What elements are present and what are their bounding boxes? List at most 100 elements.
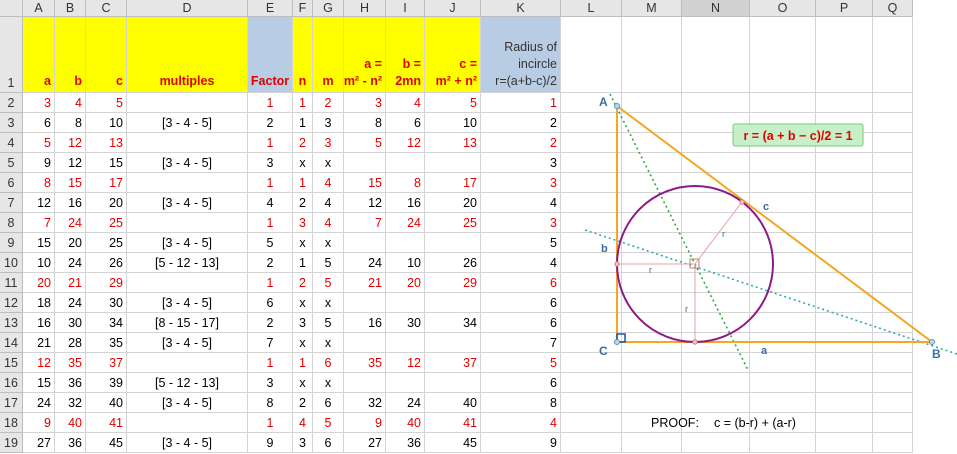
- empty-cell[interactable]: [873, 413, 913, 433]
- header-c[interactable]: c: [86, 17, 127, 93]
- row-header-4[interactable]: 4: [0, 133, 23, 153]
- table-cell[interactable]: 24: [344, 253, 386, 273]
- table-cell[interactable]: 6: [481, 273, 561, 293]
- row-header-6[interactable]: 6: [0, 173, 23, 193]
- point-a[interactable]: [614, 103, 620, 109]
- table-cell[interactable]: [386, 293, 425, 313]
- table-cell[interactable]: 13: [425, 133, 481, 153]
- table-cell[interactable]: [127, 413, 248, 433]
- header-empty-cell[interactable]: [561, 17, 622, 93]
- table-cell[interactable]: x: [293, 293, 313, 313]
- table-cell[interactable]: 12: [386, 353, 425, 373]
- table-cell[interactable]: [5 - 12 - 13]: [127, 373, 248, 393]
- table-cell[interactable]: 24: [55, 293, 86, 313]
- table-cell[interactable]: 6: [481, 313, 561, 333]
- row-header-5[interactable]: 5: [0, 153, 23, 173]
- table-cell[interactable]: 1: [248, 273, 293, 293]
- table-cell[interactable]: 4: [481, 253, 561, 273]
- table-cell[interactable]: 18: [23, 293, 55, 313]
- table-cell[interactable]: x: [313, 373, 344, 393]
- header-n[interactable]: n: [293, 17, 313, 93]
- row-header-14[interactable]: 14: [0, 333, 23, 353]
- table-cell[interactable]: 5: [481, 353, 561, 373]
- table-cell[interactable]: 7: [344, 213, 386, 233]
- table-cell[interactable]: 6: [481, 293, 561, 313]
- table-cell[interactable]: 24: [23, 393, 55, 413]
- table-cell[interactable]: 5: [23, 133, 55, 153]
- table-cell[interactable]: [3 - 4 - 5]: [127, 113, 248, 133]
- table-cell[interactable]: 35: [55, 353, 86, 373]
- table-cell[interactable]: 30: [386, 313, 425, 333]
- table-cell[interactable]: 3: [313, 133, 344, 153]
- table-cell[interactable]: [425, 153, 481, 173]
- empty-cell[interactable]: [816, 433, 873, 453]
- table-cell[interactable]: 24: [55, 213, 86, 233]
- empty-cell[interactable]: [873, 373, 913, 393]
- table-cell[interactable]: 21: [55, 273, 86, 293]
- row-header-8[interactable]: 8: [0, 213, 23, 233]
- table-cell[interactable]: 36: [55, 373, 86, 393]
- empty-cell[interactable]: [816, 413, 873, 433]
- table-cell[interactable]: 20: [55, 233, 86, 253]
- table-cell[interactable]: 1: [248, 173, 293, 193]
- table-cell[interactable]: [386, 373, 425, 393]
- table-cell[interactable]: 16: [386, 193, 425, 213]
- table-cell[interactable]: x: [313, 293, 344, 313]
- column-header-f[interactable]: F: [293, 0, 313, 17]
- table-cell[interactable]: 1: [293, 173, 313, 193]
- table-cell[interactable]: [386, 233, 425, 253]
- table-cell[interactable]: [127, 93, 248, 113]
- table-cell[interactable]: 45: [86, 433, 127, 453]
- table-cell[interactable]: 37: [425, 353, 481, 373]
- row-header-3[interactable]: 3: [0, 113, 23, 133]
- table-cell[interactable]: 27: [344, 433, 386, 453]
- table-cell[interactable]: 1: [248, 133, 293, 153]
- empty-cell[interactable]: [816, 373, 873, 393]
- table-cell[interactable]: 4: [313, 173, 344, 193]
- table-cell[interactable]: 3: [248, 373, 293, 393]
- table-cell[interactable]: 8: [386, 173, 425, 193]
- table-cell[interactable]: 7: [248, 333, 293, 353]
- table-cell[interactable]: 2: [293, 133, 313, 153]
- table-cell[interactable]: 4: [481, 413, 561, 433]
- column-header-g[interactable]: G: [313, 0, 344, 17]
- row-header-9[interactable]: 9: [0, 233, 23, 253]
- header-empty-cell[interactable]: [682, 17, 750, 93]
- empty-cell[interactable]: [750, 433, 816, 453]
- table-cell[interactable]: [127, 213, 248, 233]
- table-cell[interactable]: 41: [425, 413, 481, 433]
- table-cell[interactable]: 5: [86, 93, 127, 113]
- header-multiples[interactable]: multiples: [127, 17, 248, 93]
- table-cell[interactable]: 2: [248, 313, 293, 333]
- table-cell[interactable]: 21: [344, 273, 386, 293]
- table-cell[interactable]: 20: [86, 193, 127, 213]
- header-radius[interactable]: Radius of incircle r=(a+b-c)/2: [481, 17, 561, 93]
- table-cell[interactable]: 12: [55, 133, 86, 153]
- empty-cell[interactable]: [682, 393, 750, 413]
- table-cell[interactable]: 39: [86, 373, 127, 393]
- column-header-i[interactable]: I: [386, 0, 425, 17]
- header-factor[interactable]: Factor: [248, 17, 293, 93]
- header-a-formula[interactable]: a = m² - n²: [344, 17, 386, 93]
- table-cell[interactable]: 16: [344, 313, 386, 333]
- table-cell[interactable]: 8: [481, 393, 561, 413]
- table-cell[interactable]: 2: [481, 133, 561, 153]
- table-cell[interactable]: 1: [248, 413, 293, 433]
- column-header-k[interactable]: K: [481, 0, 561, 17]
- row-header-11[interactable]: 11: [0, 273, 23, 293]
- table-cell[interactable]: 5: [344, 133, 386, 153]
- table-cell[interactable]: 6: [386, 113, 425, 133]
- empty-cell[interactable]: [682, 433, 750, 453]
- table-cell[interactable]: 16: [23, 313, 55, 333]
- table-cell[interactable]: 2: [293, 273, 313, 293]
- table-cell[interactable]: 32: [344, 393, 386, 413]
- table-cell[interactable]: 8: [55, 113, 86, 133]
- table-cell[interactable]: 4: [313, 193, 344, 213]
- table-cell[interactable]: 12: [386, 133, 425, 153]
- table-cell[interactable]: 12: [23, 193, 55, 213]
- row-header-2[interactable]: 2: [0, 93, 23, 113]
- table-cell[interactable]: [127, 173, 248, 193]
- table-cell[interactable]: 2: [481, 113, 561, 133]
- table-cell[interactable]: [3 - 4 - 5]: [127, 433, 248, 453]
- table-cell[interactable]: 3: [481, 213, 561, 233]
